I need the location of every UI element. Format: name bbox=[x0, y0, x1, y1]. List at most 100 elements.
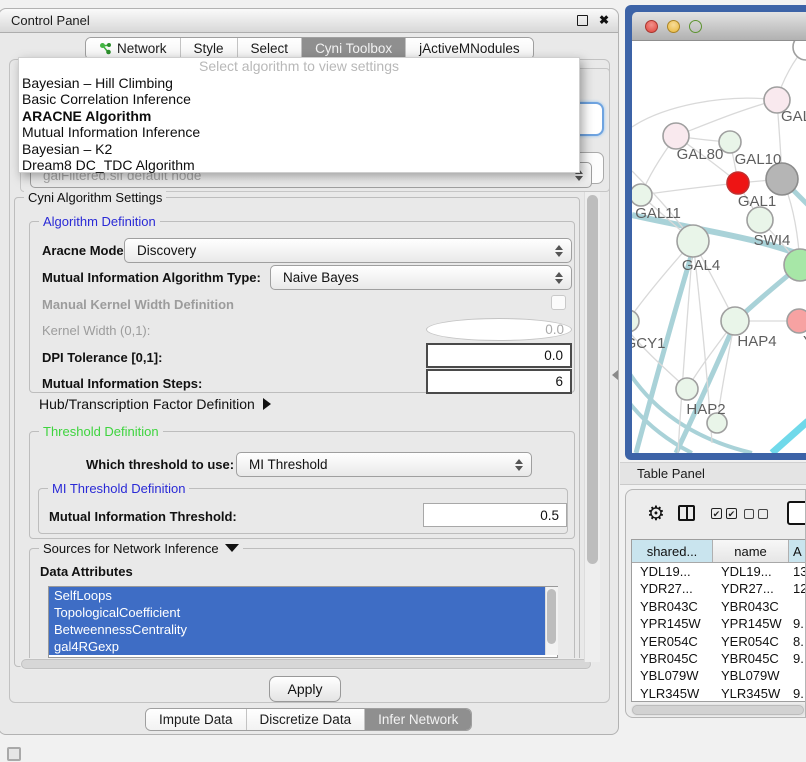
tab-network[interactable]: Network bbox=[86, 38, 180, 59]
column-header-shared-name[interactable]: shared... bbox=[632, 540, 713, 562]
sources-disclosure[interactable]: Sources for Network Inference bbox=[39, 541, 243, 556]
table-horizontal-scrollbar[interactable] bbox=[631, 704, 806, 716]
settings-vertical-scrollbar[interactable] bbox=[584, 192, 600, 662]
select-all-checkboxes-icon[interactable]: ✔✔ bbox=[711, 508, 737, 519]
table-cell[interactable]: 9. bbox=[789, 650, 806, 667]
node-gal1-red[interactable] bbox=[727, 172, 749, 194]
which-threshold-combo[interactable]: MI Threshold bbox=[236, 452, 532, 477]
deselect-all-checkboxes-icon[interactable] bbox=[744, 509, 768, 519]
table-cell[interactable]: YDL19... bbox=[632, 563, 713, 580]
mi-algorithm-type-combo[interactable]: Naive Bayes bbox=[270, 265, 572, 290]
close-window-icon[interactable]: ✖ bbox=[599, 14, 609, 26]
node-salmon[interactable] bbox=[787, 309, 806, 333]
settings-horizontal-scrollbar[interactable] bbox=[20, 658, 592, 670]
table-cell[interactable]: YBR043C bbox=[713, 598, 789, 615]
apply-button[interactable]: Apply bbox=[269, 676, 341, 702]
columns-icon[interactable] bbox=[678, 505, 695, 521]
document-icon[interactable] bbox=[787, 501, 806, 525]
node-gal4[interactable] bbox=[677, 225, 709, 257]
table-cell[interactable]: 12 bbox=[789, 580, 806, 597]
mac-zoom-icon[interactable] bbox=[689, 20, 702, 33]
mi-type-label: Mutual Information Algorithm Type: bbox=[42, 270, 261, 285]
table-cell[interactable]: 9. bbox=[789, 685, 806, 702]
network-view-window[interactable]: GALGAL80GAL10GAL1GAL11SWI4GAL4GCY1HAP4YH… bbox=[625, 5, 806, 460]
kernel-width-field[interactable]: 0.0 bbox=[426, 318, 572, 341]
algorithm-option-dream8-dc-tdc-algorithm[interactable]: Dream8 DC_TDC Algorithm bbox=[19, 157, 579, 173]
table-cell[interactable]: YBR045C bbox=[713, 650, 789, 667]
node-table: shared... name A YDL19...YDL19...13YDR27… bbox=[631, 539, 806, 702]
panel-resize-grip-icon[interactable] bbox=[612, 370, 618, 380]
tab-style[interactable]: Style bbox=[180, 38, 237, 59]
table-cell[interactable]: YER054C bbox=[632, 633, 713, 650]
mac-minimize-icon[interactable] bbox=[667, 20, 680, 33]
list-scrollbar[interactable] bbox=[545, 587, 558, 655]
mini-panel-icon[interactable] bbox=[7, 747, 21, 761]
table-cell[interactable]: 13 bbox=[789, 563, 806, 580]
node-gcy1[interactable] bbox=[632, 310, 639, 332]
mi-steps-field[interactable]: 6 bbox=[426, 369, 572, 394]
attribute-item-topologicalcoefficient[interactable]: TopologicalCoefficient bbox=[49, 604, 557, 621]
tab-select[interactable]: Select bbox=[237, 38, 302, 59]
table-cell[interactable]: YPR145W bbox=[713, 615, 789, 632]
sources-title: Sources for Network Inference bbox=[43, 541, 219, 556]
attribute-item-betweennesscentrality[interactable]: BetweennessCentrality bbox=[49, 621, 557, 638]
table-cell[interactable]: YDL19... bbox=[713, 563, 789, 580]
table-cell[interactable]: YDR27... bbox=[713, 580, 789, 597]
tab-infer-network[interactable]: Infer Network bbox=[364, 709, 471, 730]
table-cell[interactable]: YDR27... bbox=[632, 580, 713, 597]
table-cell[interactable]: YBR045C bbox=[632, 650, 713, 667]
dpi-tolerance-field[interactable]: 0.0 bbox=[426, 343, 572, 368]
hub-definition-disclosure[interactable]: Hub/Transcription Factor Definition bbox=[39, 396, 271, 412]
node-gal11[interactable] bbox=[632, 184, 652, 206]
table-row[interactable]: YPR145WYPR145W9. bbox=[632, 615, 806, 632]
table-row[interactable]: YER054CYER054C8. bbox=[632, 633, 806, 650]
table-row[interactable]: YBR045CYBR045C9. bbox=[632, 650, 806, 667]
scrollbar-thumb[interactable] bbox=[21, 659, 591, 669]
table-cell[interactable]: YLR345W bbox=[632, 685, 713, 702]
table-cell[interactable]: YER054C bbox=[713, 633, 789, 650]
mac-close-icon[interactable] bbox=[645, 20, 658, 33]
algorithm-option-mutual-information-inference[interactable]: Mutual Information Inference bbox=[19, 124, 579, 140]
gear-icon[interactable]: ⚙ bbox=[647, 502, 665, 526]
node-top-right[interactable] bbox=[793, 41, 806, 60]
table-row[interactable]: YLR345WYLR345W9. bbox=[632, 685, 806, 702]
node-hap4[interactable] bbox=[721, 307, 749, 335]
node-hap2[interactable] bbox=[676, 378, 698, 400]
tab-label: Impute Data bbox=[159, 712, 233, 727]
aracne-mode-combo[interactable]: Discovery bbox=[124, 238, 572, 263]
node-gal1[interactable] bbox=[747, 207, 773, 233]
tab-discretize-data[interactable]: Discretize Data bbox=[246, 709, 365, 730]
table-cell[interactable]: 9. bbox=[789, 615, 806, 632]
algorithm-option-bayesian-hill-climbing[interactable]: Bayesian – Hill Climbing bbox=[19, 75, 579, 91]
float-window-icon[interactable] bbox=[577, 15, 588, 26]
scrollbar-thumb[interactable] bbox=[632, 705, 804, 715]
table-cell[interactable] bbox=[789, 598, 806, 615]
algorithm-option-bayesian-k2[interactable]: Bayesian – K2 bbox=[19, 141, 579, 157]
tab-jactivemnodules[interactable]: jActiveMNodules bbox=[405, 38, 533, 59]
tab-impute-data[interactable]: Impute Data bbox=[146, 709, 246, 730]
scrollbar-thumb[interactable] bbox=[547, 589, 556, 644]
mi-steps-label: Mutual Information Steps: bbox=[42, 376, 202, 391]
scrollbar-thumb[interactable] bbox=[587, 195, 598, 564]
tab-cyni-toolbox[interactable]: Cyni Toolbox bbox=[301, 38, 405, 59]
table-cell[interactable]: YLR345W bbox=[713, 685, 789, 702]
network-canvas[interactable]: GALGAL80GAL10GAL1GAL11SWI4GAL4GCY1HAP4YH… bbox=[632, 41, 806, 453]
table-cell[interactable]: YBL079W bbox=[632, 667, 713, 684]
attribute-item-gal4rgexp[interactable]: gal4RGexp bbox=[49, 638, 557, 655]
table-cell[interactable] bbox=[789, 667, 806, 684]
column-header-name[interactable]: name bbox=[713, 540, 789, 562]
table-cell[interactable]: 8. bbox=[789, 633, 806, 650]
manual-kernel-checkbox[interactable] bbox=[551, 295, 566, 310]
table-row[interactable]: YBL079WYBL079W bbox=[632, 667, 806, 684]
table-row[interactable]: YBR043CYBR043C bbox=[632, 598, 806, 615]
table-row[interactable]: YDR27...YDR27...12 bbox=[632, 580, 806, 597]
attribute-item-selfloops[interactable]: SelfLoops bbox=[49, 587, 557, 604]
table-cell[interactable]: YBR043C bbox=[632, 598, 713, 615]
algorithm-option-aracne-algorithm[interactable]: ARACNE Algorithm bbox=[19, 108, 579, 124]
mi-threshold-field[interactable]: 0.5 bbox=[423, 503, 567, 527]
column-header-clipped[interactable]: A bbox=[789, 540, 806, 562]
table-cell[interactable]: YBL079W bbox=[713, 667, 789, 684]
table-row[interactable]: YDL19...YDL19...13 bbox=[632, 563, 806, 580]
algorithm-option-basic-correlation-inference[interactable]: Basic Correlation Inference bbox=[19, 91, 579, 107]
table-cell[interactable]: YPR145W bbox=[632, 615, 713, 632]
